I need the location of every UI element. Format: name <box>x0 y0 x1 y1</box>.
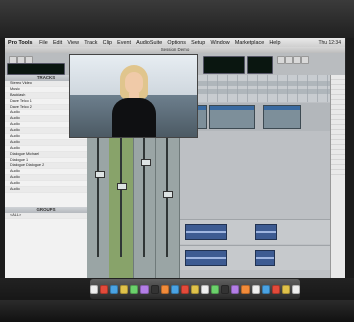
group-all-item[interactable]: <ALL> <box>5 212 87 219</box>
person-face <box>125 72 143 94</box>
menu-help[interactable]: Help <box>267 40 283 46</box>
menu-options[interactable]: Options <box>165 40 189 46</box>
monitor-bezel-right <box>346 38 354 278</box>
video-window[interactable] <box>70 55 197 137</box>
menu-view[interactable]: View <box>65 40 82 46</box>
transport-record-button[interactable] <box>301 56 309 64</box>
monitor-bezel-top <box>0 0 354 38</box>
video-clip[interactable] <box>263 105 301 129</box>
app-icon[interactable] <box>281 284 290 294</box>
channel-strip: Dialog <box>133 119 156 278</box>
menu-app[interactable]: Pro Tools <box>5 40 36 46</box>
video-person <box>112 65 156 137</box>
app-icon[interactable] <box>170 284 179 294</box>
video-clip[interactable] <box>209 105 255 129</box>
app-icon[interactable] <box>221 284 230 294</box>
channel-strip: Music <box>155 119 180 278</box>
audio-track-lane <box>179 245 330 270</box>
channel-fader-handle[interactable] <box>117 183 128 190</box>
app-icon[interactable] <box>120 284 129 294</box>
menu-event[interactable]: Event <box>115 40 134 46</box>
transport-play-button[interactable] <box>285 56 293 64</box>
transport-rewind-button[interactable] <box>277 56 285 64</box>
channel-fader-handle[interactable] <box>140 159 151 166</box>
dock <box>90 279 300 299</box>
app-icon[interactable] <box>160 284 169 294</box>
channel-fader-handle[interactable] <box>94 171 105 178</box>
transport-stop-button[interactable] <box>293 56 301 64</box>
audio-region[interactable] <box>255 250 275 266</box>
channel-fader-track <box>142 137 145 257</box>
audio-region[interactable] <box>255 224 277 240</box>
audio-track-lane <box>179 219 330 244</box>
menu-track[interactable]: Track <box>82 40 100 46</box>
channel-fader-handle[interactable] <box>163 191 174 198</box>
channel-fader-track <box>119 137 122 257</box>
app-icon[interactable] <box>231 284 240 294</box>
channel-strip: Audio 1 <box>87 119 110 278</box>
app-icon[interactable] <box>271 284 280 294</box>
menu-audiosuite[interactable]: AudioSuite <box>134 40 165 46</box>
menu-setup[interactable]: Setup <box>189 40 208 46</box>
finder-icon[interactable] <box>90 284 99 294</box>
sub-counter <box>247 56 273 74</box>
app-icon[interactable] <box>150 284 159 294</box>
main-counter <box>203 56 245 74</box>
menu-file[interactable]: File <box>36 40 50 46</box>
audio-region[interactable] <box>185 250 227 266</box>
app-icon[interactable] <box>211 284 220 294</box>
app-icon[interactable] <box>140 284 149 294</box>
app-icon[interactable] <box>251 284 260 294</box>
app-icon[interactable] <box>190 284 200 294</box>
app-icon[interactable] <box>110 284 119 294</box>
channel-strip: Audio 2 <box>109 119 134 278</box>
menu-clip[interactable]: Clip <box>100 40 114 46</box>
clips-list-pane <box>330 75 345 278</box>
person-shirt <box>112 98 156 137</box>
menu-bar: Pro Tools File Edit View Track Clip Even… <box>5 38 345 47</box>
audio-region[interactable] <box>185 224 227 240</box>
menu-marketplace[interactable]: Marketplace <box>232 40 267 46</box>
trash-icon[interactable] <box>291 284 300 294</box>
app-icon[interactable] <box>180 284 189 294</box>
video-track-lane <box>179 103 330 131</box>
computer-screen: Pro Tools File Edit View Track Clip Even… <box>5 38 345 278</box>
menu-edit[interactable]: Edit <box>50 40 64 46</box>
app-icon[interactable] <box>130 284 139 294</box>
desk-surface <box>0 300 354 322</box>
toolbar-lcd-left <box>7 63 65 75</box>
app-icon[interactable] <box>261 284 270 294</box>
mixer-inserts: Audio 1 Audio 2 Dialog Music <box>87 119 180 278</box>
clips-list-row[interactable] <box>331 170 345 175</box>
app-icon[interactable] <box>100 284 109 294</box>
channel-fader-track <box>96 137 99 257</box>
app-icon[interactable] <box>241 284 250 294</box>
menu-status: Thu 12:34 <box>318 39 341 46</box>
menu-window[interactable]: Window <box>208 40 232 46</box>
app-icon[interactable] <box>201 284 210 294</box>
